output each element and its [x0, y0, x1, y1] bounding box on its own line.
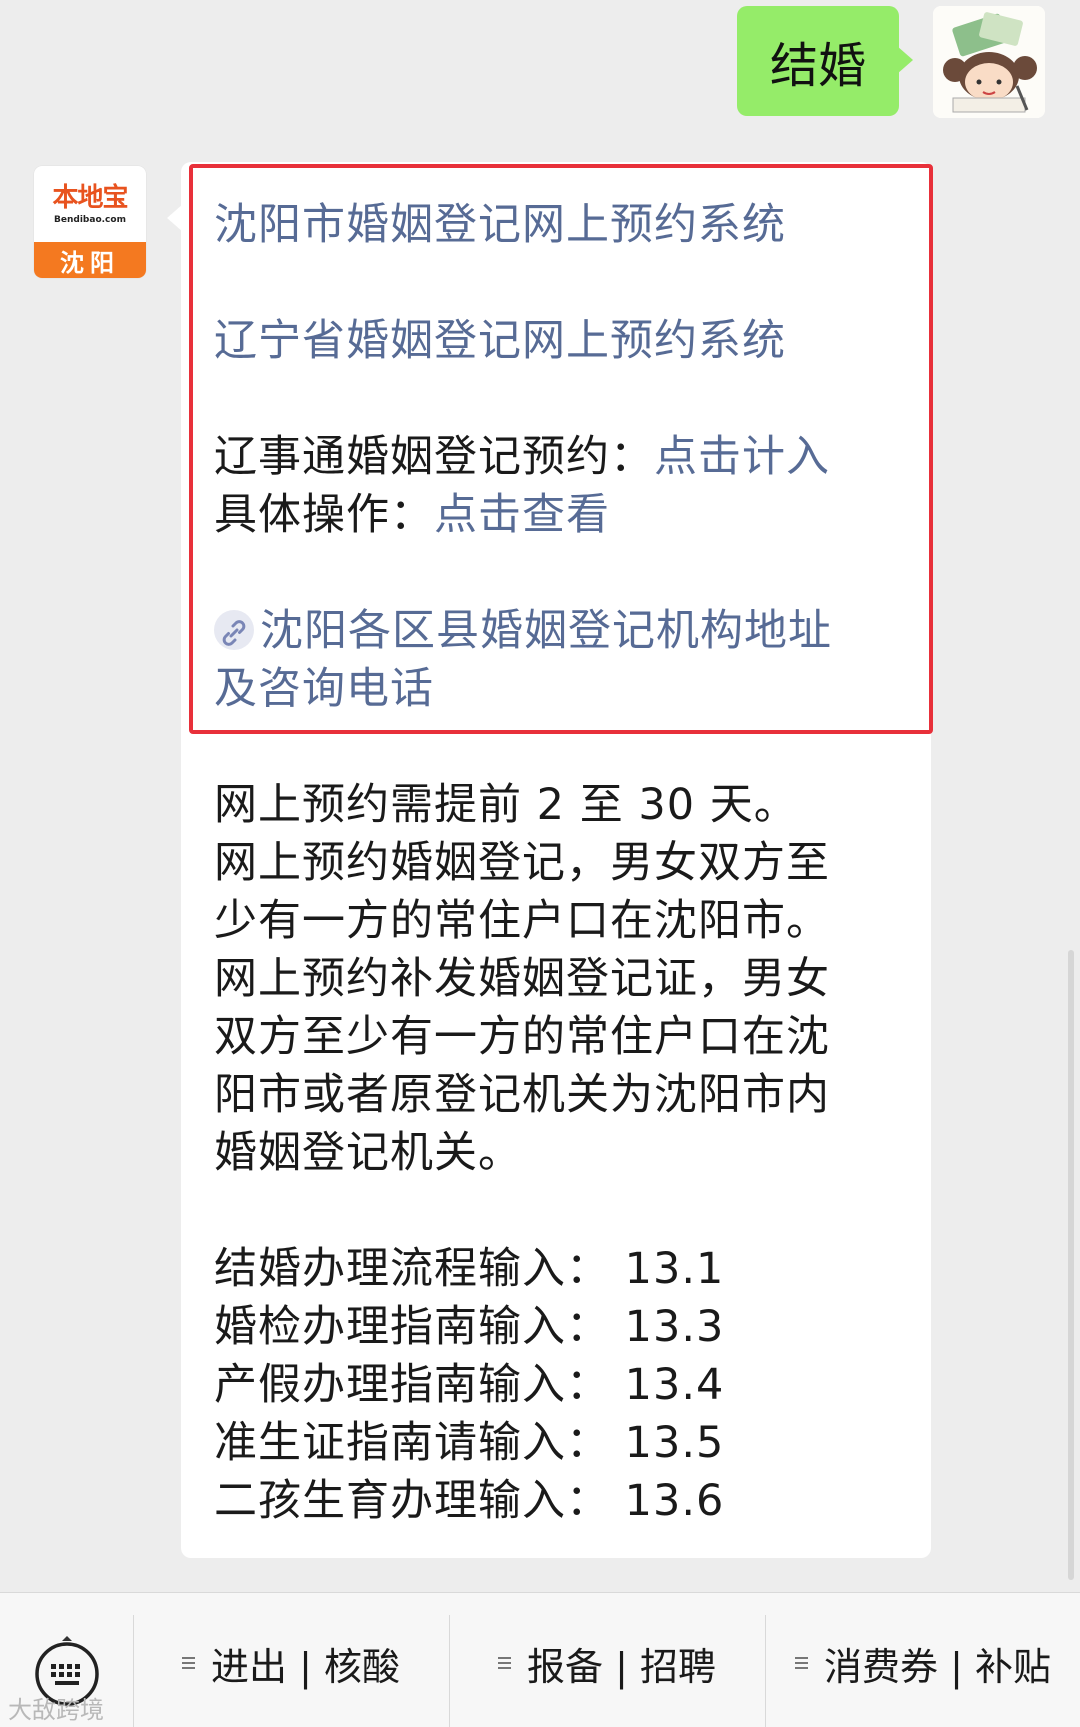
body-line: 少有一方的常住户口在沈阳市。 [214, 896, 830, 946]
operation-row: 具体操作：点击查看 [214, 486, 610, 544]
body-line: 网上预约需提前 2 至 30 天。 [214, 780, 798, 830]
address-link-line2[interactable]: 及咨询电话 [214, 660, 434, 718]
scrollbar[interactable] [1068, 950, 1074, 1580]
guide-line: 结婚办理流程输入： 13.1 [214, 1244, 725, 1294]
incoming-message-bubble: 沈阳市婚姻登记网上预约系统 辽宁省婚姻登记网上预约系统 辽事通婚姻登记预约：点击… [167, 162, 933, 1558]
guide-line: 准生证指南请输入： 13.5 [214, 1418, 725, 1468]
menu-item-label: 消费券 | 补贴 [824, 1644, 1051, 1689]
body-line: 网上预约补发婚姻登记证，男女 [214, 954, 830, 1004]
liaoning-appointment-link[interactable]: 辽宁省婚姻登记网上预约系统 [214, 312, 786, 370]
link-icon [214, 609, 254, 650]
outgoing-message-bubble[interactable]: 结婚 [737, 6, 913, 116]
menu-item-report-recruit[interactable]: 报备 | 招聘 [450, 1631, 764, 1695]
guide-line: 产假办理指南输入： 13.4 [214, 1360, 725, 1410]
menu-item-label: 进出 | 核酸 [211, 1644, 400, 1689]
menu-item-voucher-subsidy[interactable]: 消费券 | 补贴 [766, 1631, 1080, 1695]
body-line: 婚姻登记机关。 [214, 1128, 522, 1178]
menu-list-icon [498, 1654, 512, 1672]
body-line: 网上预约婚姻登记，男女双方至 [214, 838, 830, 888]
liaoshitong-label: 辽事通婚姻登记预约： [214, 432, 654, 482]
bottom-menu-bar: 进出 | 核酸 报备 | 招聘 消费券 | 补贴 [0, 1592, 1080, 1727]
bendibao-logo: 本地宝 Bendibao.com [34, 166, 146, 244]
body-line: 双方至少有一方的常住户口在沈 [214, 1012, 830, 1062]
logo-text: 本地宝 [52, 183, 128, 213]
address-link[interactable]: 沈阳各区县婚姻登记机构地址 [214, 602, 832, 660]
bot-avatar[interactable]: 本地宝 Bendibao.com 沈阳 [34, 166, 146, 278]
operation-label: 具体操作： [214, 490, 434, 540]
liaoshitong-link[interactable]: 点击计入 [654, 432, 830, 482]
logo-subtext: Bendibao.com [54, 215, 126, 225]
guide-line: 二孩生育办理输入： 13.6 [214, 1476, 725, 1526]
guide-line: 婚检办理指南输入： 13.3 [214, 1302, 725, 1352]
liaoshitong-row: 辽事通婚姻登记预约：点击计入 [214, 428, 830, 486]
user-avatar[interactable] [933, 6, 1045, 118]
user-avatar-image [933, 6, 1045, 118]
body-line: 阳市或者原登记机关为沈阳市内 [214, 1070, 830, 1120]
shenyang-appointment-link[interactable]: 沈阳市婚姻登记网上预约系统 [214, 196, 786, 254]
menu-list-icon [795, 1654, 809, 1672]
operation-link[interactable]: 点击查看 [434, 490, 610, 540]
outgoing-message-text: 结婚 [769, 38, 866, 94]
menu-item-entry-exit[interactable]: 进出 | 核酸 [134, 1631, 448, 1695]
logo-city: 沈阳 [34, 242, 146, 278]
menu-item-label: 报备 | 招聘 [527, 1644, 716, 1689]
address-link-line1: 沈阳各区县婚姻登记机构地址 [260, 606, 832, 656]
menu-list-icon [182, 1654, 196, 1672]
watermark: 大敌跨境 [8, 1696, 104, 1724]
